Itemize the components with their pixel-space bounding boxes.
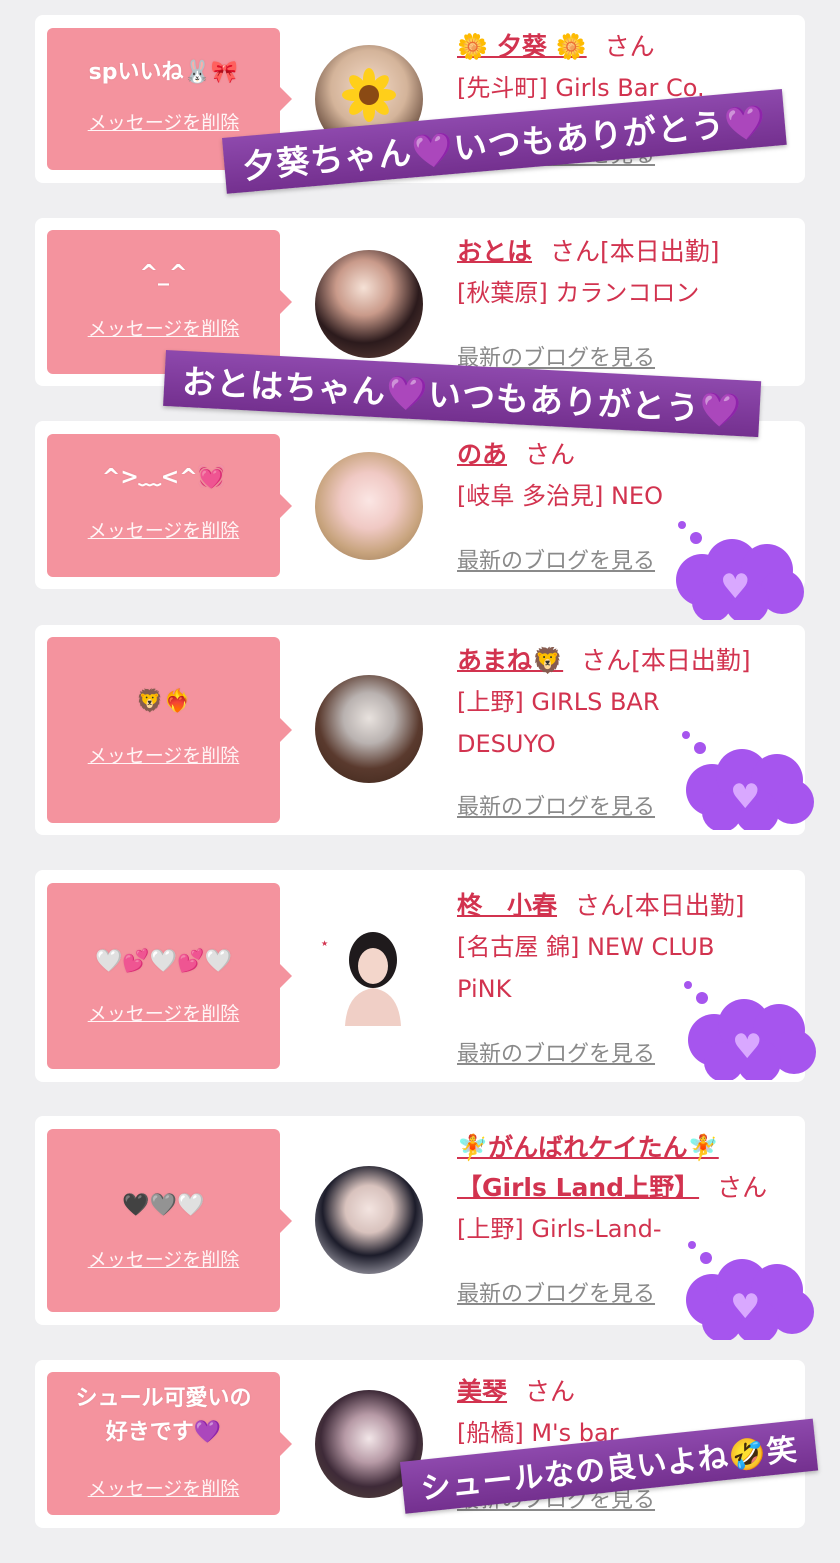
message-text: ^>﹏<^💓 (101, 465, 226, 490)
work-status: [本日出勤] (631, 646, 751, 675)
shop-name: [岐阜 多治見] NEO (457, 482, 663, 510)
cast-info: 🧚がんばれケイたん🧚 【Girls Land上野】 さん [上野] Girls-L… (457, 1128, 785, 1250)
delete-message-link[interactable]: メッセージを削除 (47, 1474, 280, 1501)
message-bubble: ^>﹏<^💓 メッセージを削除 (47, 434, 292, 577)
honorific: さん (604, 32, 655, 61)
latest-blog-link[interactable]: 最新のブログを見る (457, 789, 655, 821)
delete-message-link[interactable]: メッセージを削除 (47, 1245, 280, 1272)
delete-message-link[interactable]: メッセージを削除 (47, 999, 280, 1026)
cast-name-link[interactable]: おとは (457, 237, 532, 266)
avatar[interactable] (315, 452, 423, 560)
honorific: さん (525, 440, 576, 469)
svg-text:★: ★ (321, 939, 328, 948)
message-text: 🤍💕🤍💕🤍 (95, 949, 232, 974)
thought-cloud-icon: ♥ (676, 521, 804, 620)
honorific: さん (581, 646, 632, 675)
message-bubble: シュール可愛いの 好きです💜 メッセージを削除 (47, 1372, 292, 1515)
cast-name-link[interactable]: 🌼 夕葵 🌼 (457, 32, 587, 61)
message-text: ^_^ (139, 261, 188, 286)
profile-photo-icon: ★ (321, 932, 401, 1026)
honorific: さん (575, 891, 626, 920)
list-item: ^_^ メッセージを削除 おとは さん[本日出勤] [秋葉原] カランコロン 最新… (35, 218, 805, 386)
honorific: さん (717, 1173, 768, 1202)
message-bubble: 🖤🩶🤍 メッセージを削除 (47, 1129, 292, 1312)
work-status: [本日出勤] (600, 237, 720, 266)
shop-name: [秋葉原] カランコロン (457, 279, 700, 307)
honorific: さん (525, 1377, 576, 1406)
avatar[interactable]: ★ (315, 918, 423, 1026)
honorific: さん (550, 237, 601, 266)
svg-text:♥: ♥ (730, 777, 760, 817)
message-text: 🖤🩶🤍 (122, 1193, 205, 1218)
cast-name-link[interactable]: あまね🦁 (457, 646, 563, 675)
delete-message-link[interactable]: メッセージを削除 (47, 741, 280, 768)
cast-name-link[interactable]: 柊 小春 (457, 891, 557, 920)
cast-name-link[interactable]: のあ (457, 440, 507, 469)
cast-name-link-cont[interactable]: 【Girls Land上野】 (457, 1173, 699, 1202)
avatar[interactable] (315, 250, 423, 358)
shop-name: [名古屋 錦] NEW CLUB (457, 933, 715, 961)
svg-text:♥: ♥ (720, 567, 750, 607)
svg-text:♥: ♥ (730, 1287, 760, 1327)
latest-blog-link[interactable]: 最新のブログを見る (457, 1276, 655, 1308)
thought-cloud-icon: ♥ (682, 731, 814, 830)
message-bubble: 🦁❤️‍🔥 メッセージを削除 (47, 637, 292, 823)
cast-info: のあ さん [岐阜 多治見] NEO (457, 435, 785, 517)
message-bubble: ^_^ メッセージを削除 (47, 230, 292, 374)
cast-name-link[interactable]: 🧚がんばれケイたん🧚 (457, 1133, 719, 1162)
cast-name-link[interactable]: 美琴 (457, 1377, 507, 1406)
svg-text:♥: ♥ (732, 1027, 762, 1067)
message-text: シュール可愛いの (75, 1386, 252, 1411)
delete-message-link[interactable]: メッセージを削除 (47, 516, 280, 543)
thought-cloud-icon: ♥ (684, 981, 816, 1080)
latest-blog-link[interactable]: 最新のブログを見る (457, 1036, 655, 1068)
shop-name: [上野] GIRLS BAR (457, 688, 660, 716)
work-status: [本日出勤] (625, 891, 745, 920)
message-bubble: 🤍💕🤍💕🤍 メッセージを削除 (47, 883, 292, 1069)
message-text-cont: 好きです💜 (105, 1420, 222, 1445)
avatar[interactable] (315, 1166, 423, 1274)
message-text: 🦁❤️‍🔥 (136, 689, 191, 714)
message-text: spいいね🐰🎀 (88, 60, 239, 85)
delete-message-link[interactable]: メッセージを削除 (47, 108, 280, 135)
delete-message-link[interactable]: メッセージを削除 (47, 314, 280, 341)
cast-info: おとは さん[本日出勤] [秋葉原] カランコロン (457, 232, 785, 314)
thought-cloud-icon: ♥ (686, 1241, 814, 1340)
avatar[interactable] (315, 675, 423, 783)
latest-blog-link[interactable]: 最新のブログを見る (457, 543, 655, 575)
